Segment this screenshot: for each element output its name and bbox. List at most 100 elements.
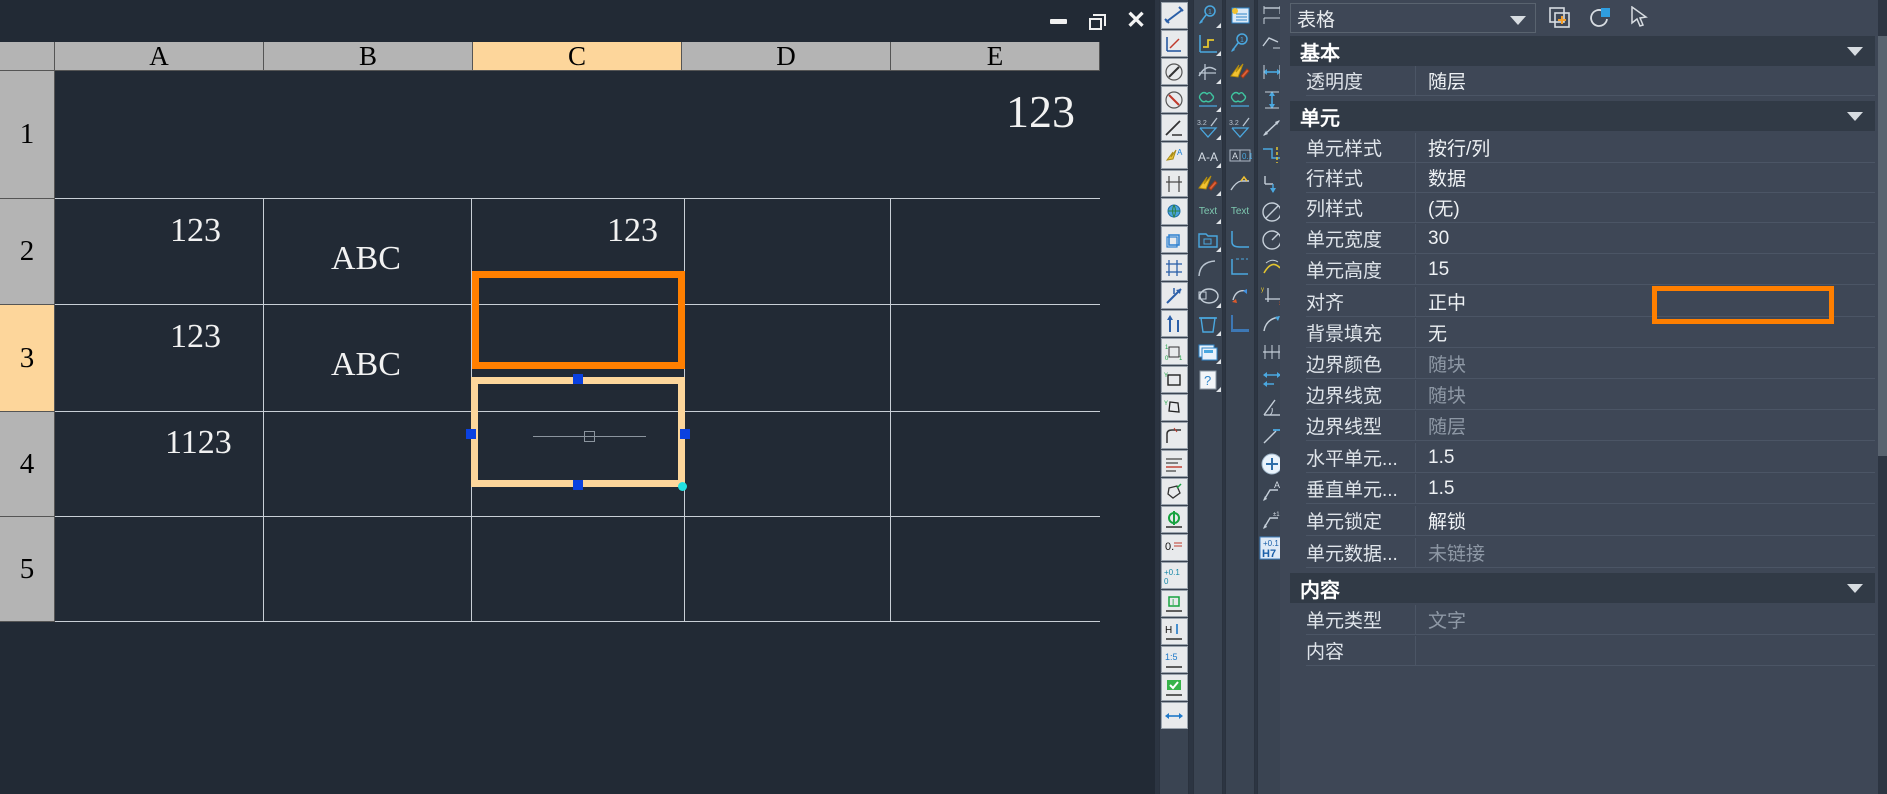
circle-number-1-icon[interactable]: 1	[1227, 30, 1254, 57]
field-a01-icon[interactable]: A 0.1	[1227, 142, 1254, 169]
property-value[interactable]: (无)	[1416, 194, 1875, 221]
help-question-icon[interactable]: ?	[1195, 366, 1222, 393]
property-value[interactable]: 正中	[1416, 288, 1875, 315]
selected-cell-c3[interactable]	[471, 377, 685, 487]
ellipse-view-icon[interactable]	[1195, 282, 1222, 309]
slope-32-icon[interactable]: 3.2	[1227, 114, 1254, 141]
dim-globe-view-icon[interactable]	[1160, 198, 1188, 225]
dim-polygon-edit-icon[interactable]	[1160, 478, 1188, 505]
property-row-horizontal-margin[interactable]: 水平单元... 1.5	[1306, 442, 1875, 473]
property-value[interactable]: 15	[1416, 259, 1875, 281]
property-row-border-lineweight[interactable]: 边界线宽 随块	[1306, 379, 1875, 410]
dim-baseline-icon[interactable]	[1160, 170, 1188, 197]
dim-compass-icon[interactable]	[1160, 58, 1188, 85]
dim-leader-slash-icon[interactable]	[1160, 114, 1188, 141]
property-value[interactable]: 文字	[1416, 606, 1875, 633]
text-label-icon[interactable]: Text	[1195, 198, 1222, 225]
table-grid[interactable]: 1 2 3 4 5 123 123 ABC 123 123 ABC 1123	[0, 71, 1100, 631]
column-header-c[interactable]: C	[473, 42, 682, 71]
dim-coord-frame-icon[interactable]: Y	[1160, 366, 1188, 393]
property-value[interactable]: 解锁	[1416, 507, 1875, 534]
icon-toolbars[interactable]: A 101 Y Y 0. +0.1 0 I H 1:5 1 3.2 A-A Te…	[1155, 0, 1287, 794]
cell-e1[interactable]: 123	[1006, 89, 1075, 135]
cell-a3[interactable]: 123	[170, 320, 221, 354]
grip-right[interactable]	[680, 429, 690, 439]
dim-axis-updown-icon[interactable]	[1160, 310, 1188, 337]
group-header-cell[interactable]: 单元	[1290, 101, 1875, 131]
dim-boxed-i-icon[interactable]: I	[1160, 590, 1188, 617]
trash-bin-icon[interactable]	[1195, 310, 1222, 337]
quick-select-icon[interactable]	[1544, 3, 1576, 33]
lightning-pencil-icon[interactable]	[1195, 170, 1222, 197]
dim-tolerance-101-icon[interactable]: 1 0 1	[1160, 338, 1188, 365]
property-row-row-style[interactable]: 行样式 数据	[1306, 162, 1875, 193]
arc-arrow-icon[interactable]	[1227, 282, 1254, 309]
revision-cloud-icon[interactable]	[1227, 86, 1254, 113]
axis-yellow-curve-icon[interactable]	[1195, 30, 1222, 57]
curve-corner-icon[interactable]	[1227, 226, 1254, 253]
property-value[interactable]: 随块	[1416, 350, 1875, 377]
dim-green-phi-icon[interactable]	[1160, 506, 1188, 533]
row-header-5[interactable]: 5	[0, 517, 55, 622]
toolbar-column-1[interactable]: A 101 Y Y 0. +0.1 0 I H 1:5	[1159, 0, 1189, 794]
property-row-cell-datalink[interactable]: 单元数据... 未链接	[1306, 537, 1875, 568]
restore-button[interactable]	[1082, 8, 1110, 34]
property-value[interactable]: 无	[1416, 319, 1875, 346]
text-label-icon[interactable]: Text	[1227, 198, 1254, 225]
properties-scrollbar-track[interactable]	[1878, 0, 1887, 794]
cursor-icon[interactable]	[1624, 3, 1656, 33]
dim-zero-value-icon[interactable]: 0.	[1160, 534, 1188, 561]
cell-a2[interactable]: 123	[170, 214, 221, 248]
property-row-border-color[interactable]: 边界颜色 随块	[1306, 348, 1875, 379]
property-value[interactable]: 数据	[1416, 164, 1875, 191]
dim-axis-move-icon[interactable]	[1160, 282, 1188, 309]
property-row-vertical-margin[interactable]: 垂直单元... 1.5	[1306, 473, 1875, 504]
slope-32-icon[interactable]: 3.2	[1195, 114, 1222, 141]
minimize-button[interactable]	[1044, 8, 1072, 34]
column-header-b[interactable]: B	[264, 42, 473, 71]
group-header-basic[interactable]: 基本	[1290, 36, 1875, 66]
arc-icon[interactable]	[1195, 254, 1222, 281]
properties-panel[interactable]: 表格 基本 透明度 随层 单元 单元样式 按行/列 行样式 数据 列样式 (无)…	[1280, 0, 1887, 794]
curve-cross-icon[interactable]	[1195, 58, 1222, 85]
dim-annotation-bolt-icon[interactable]: A	[1160, 142, 1188, 169]
dim-table-lines-icon[interactable]	[1160, 450, 1188, 477]
dim-check-green-icon[interactable]	[1160, 674, 1188, 701]
revision-cloud-icon[interactable]	[1195, 86, 1222, 113]
text-a-a-icon[interactable]: A-A	[1195, 142, 1222, 169]
dim-plus-tolerance-icon[interactable]: +0.1 0	[1160, 562, 1188, 589]
property-value[interactable]: 随层	[1416, 67, 1875, 94]
dim-h-height-icon[interactable]: H	[1160, 618, 1188, 645]
dim-corner-radius-icon[interactable]	[1160, 422, 1188, 449]
grip-top[interactable]	[573, 374, 583, 384]
leader-flag-icon[interactable]	[1227, 170, 1254, 197]
grip-left[interactable]	[466, 429, 476, 439]
property-row-cell-height[interactable]: 单元高度 15	[1306, 254, 1875, 285]
property-row-alignment[interactable]: 对齐 正中	[1306, 286, 1875, 317]
column-header-a[interactable]: A	[55, 42, 264, 71]
window-stack-icon[interactable]	[1195, 338, 1222, 365]
cell-b3[interactable]: ABC	[331, 348, 401, 382]
circle-number-1-icon[interactable]: 1	[1195, 2, 1222, 29]
dim-linear-diagonal-icon[interactable]	[1160, 2, 1188, 29]
row-header-4[interactable]: 4	[0, 412, 55, 517]
lightning-pencil-icon[interactable]	[1227, 58, 1254, 85]
dim-3d-box-icon[interactable]	[1160, 226, 1188, 253]
toolbar-column-2[interactable]: 1 3.2 A-A Text ?	[1193, 0, 1223, 794]
column-header-d[interactable]: D	[682, 42, 891, 71]
property-value[interactable]: 随层	[1416, 412, 1875, 439]
property-row-cell-width[interactable]: 单元宽度 30	[1306, 223, 1875, 254]
property-row-content[interactable]: 内容	[1306, 635, 1875, 666]
property-row-transparency[interactable]: 透明度 随层	[1306, 65, 1875, 96]
dim-grid-cross-icon[interactable]	[1160, 254, 1188, 281]
property-value[interactable]: 按行/列	[1416, 134, 1875, 161]
table-editor-canvas[interactable]: ✕ A B C D E 1 2 3 4 5 123 123 ABC 123 12…	[0, 0, 1155, 794]
close-button[interactable]: ✕	[1122, 8, 1150, 34]
dim-double-arrow-icon[interactable]	[1160, 702, 1188, 729]
dim-ordinate-xy-icon[interactable]	[1160, 30, 1188, 57]
property-value[interactable]: 1.5	[1416, 447, 1875, 469]
property-row-cell-type[interactable]: 单元类型 文字	[1306, 604, 1875, 635]
property-value[interactable]: 1.5	[1416, 478, 1875, 500]
property-row-column-style[interactable]: 列样式 (无)	[1306, 192, 1875, 223]
cell-c2[interactable]: 123	[607, 214, 658, 248]
